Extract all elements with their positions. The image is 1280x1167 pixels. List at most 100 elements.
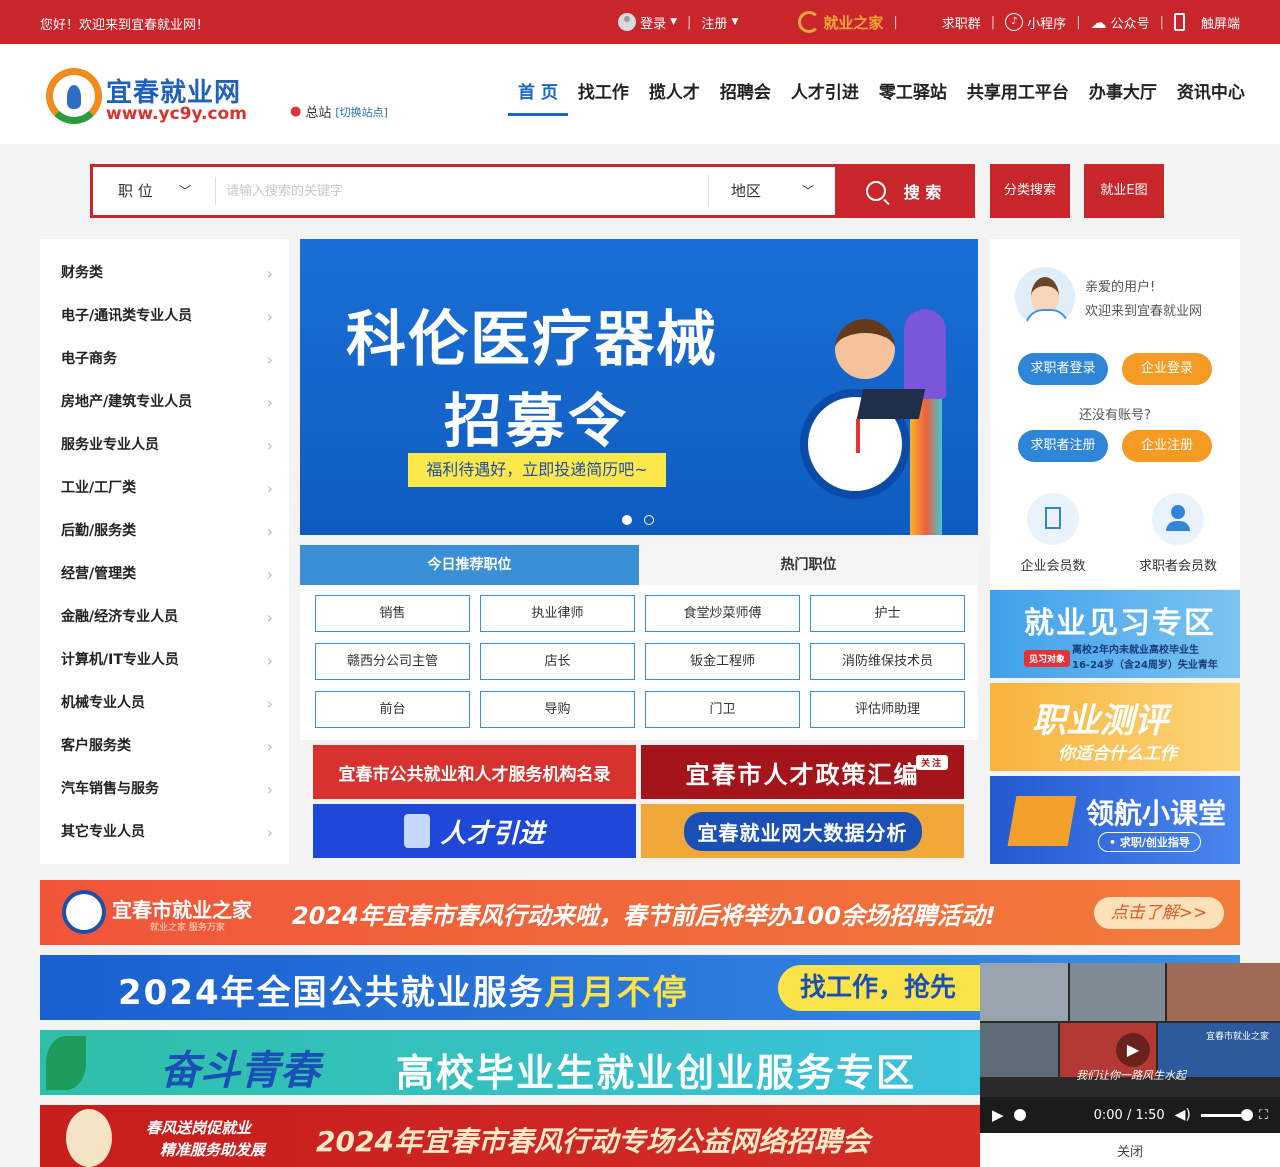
b1-brand-sub: 就业之家 服务万家 (150, 923, 225, 933)
phone-illustration-icon (404, 814, 431, 848)
category-item[interactable]: 后勤/服务类 › (40, 510, 289, 553)
job-tag[interactable]: 评估师助理 (810, 691, 965, 728)
category-item[interactable]: 电子/通讯类专业人员 › (40, 295, 289, 338)
area-select[interactable]: 地区 ﹀ (708, 175, 836, 207)
seeker-login-button[interactable]: 求职者登录 (1018, 353, 1108, 385)
switch-site-link[interactable]: [切换站点] (335, 104, 388, 120)
promo-talent-policy[interactable]: 宜春市人才政策汇编 关注 (641, 745, 964, 799)
category-item[interactable]: 机械专业人员 › (40, 682, 289, 725)
career-title: 职业测评 (1032, 701, 1168, 741)
nav-find-job[interactable]: 找工作 (568, 82, 639, 116)
wechat-link[interactable]: ☁ 公众号 (1091, 13, 1150, 32)
nav-home[interactable]: 首 页 (508, 82, 568, 116)
chevron-right-icon: › (266, 651, 273, 670)
b2-text: 2024年全国公共就业服务月月不停 (118, 965, 689, 1014)
job-tag[interactable]: 护士 (810, 595, 965, 632)
mobile-link[interactable]: 触屏端 (1173, 13, 1240, 32)
video-player[interactable]: 宜春市就业之家 ▶ 我们让你一路风生水起 ▶ 0:00 / 1:50 ◀) ⛶ (980, 963, 1280, 1133)
career-assessment-banner[interactable]: 职业测评 你适合什么工作 (990, 683, 1240, 771)
tab-hot[interactable]: 热门职位 (639, 545, 978, 585)
classify-search-button[interactable]: 分类搜索 (990, 164, 1070, 218)
job-tag[interactable]: 导购 (480, 691, 635, 728)
category-item[interactable]: 其它专业人员 › (40, 811, 289, 854)
job-tag[interactable]: 执业律师 (480, 595, 635, 632)
category-item[interactable]: 服务业专业人员 › (40, 424, 289, 467)
search-button[interactable]: 搜 索 (835, 167, 972, 215)
location-pin-icon: ● (290, 104, 302, 119)
banner-subtitle: 福利待遇好，立即投递简历吧~ (408, 453, 666, 487)
site-logo[interactable]: 宜春就业网 www.yc9y.com (46, 66, 247, 124)
qiuzhiqun-link[interactable]: 求职群 (942, 13, 981, 32)
job-tag[interactable]: 钣金工程师 (645, 643, 800, 680)
category-item[interactable]: 财务类 › (40, 252, 289, 295)
logo-url: www.yc9y.com (106, 104, 247, 124)
video-close-button[interactable]: 关闭 (980, 1141, 1280, 1160)
navigation-class-banner[interactable]: 领航小课堂 • 求职/创业指导 (990, 776, 1240, 864)
category-item[interactable]: 经营/管理类 › (40, 553, 289, 596)
category-label: 汽车销售与服务 (61, 781, 159, 797)
nav-find-talent[interactable]: 揽人才 (639, 82, 710, 116)
play-icon[interactable]: ▶ (992, 1106, 1004, 1124)
b3-left: 奋斗青春 (160, 1048, 320, 1094)
company-register-button[interactable]: 企业注册 (1122, 430, 1212, 462)
login-link[interactable]: 登录 ▼ (618, 13, 677, 32)
brand-label: 就业之家 (823, 13, 884, 32)
chevron-down-icon: ﹀ (178, 184, 191, 198)
nav-news[interactable]: 资讯中心 (1167, 82, 1255, 116)
category-label: 电子商务 (61, 351, 117, 367)
b2-text-2: 月月不停 (544, 973, 689, 1013)
internship-zone-banner[interactable]: 就业见习专区 见习对象 离校2年内未就业高校毕业生 16-24岁（含24周岁）失… (990, 590, 1240, 678)
promo-agency-list[interactable]: 宜春市公共就业和人才服务机构名录 (313, 745, 636, 799)
phone-icon (1173, 13, 1185, 31)
hero-banner[interactable]: 科伦医疗器械 招募令 福利待遇好，立即投递简历吧~ (300, 239, 978, 535)
volume-slider[interactable] (1200, 1108, 1253, 1121)
nav-job-fair[interactable]: 招聘会 (710, 82, 781, 116)
welcome-text: 欢迎来到宜春就业网 (1085, 304, 1203, 319)
nav-service-hall[interactable]: 办事大厅 (1079, 82, 1167, 116)
search-input[interactable] (215, 177, 705, 205)
employment-map-button[interactable]: 就业E图 (1084, 164, 1164, 218)
promo-big-data[interactable]: 宜春就业网大数据分析 (641, 804, 964, 858)
category-item[interactable]: 汽车销售与服务 › (40, 768, 289, 811)
category-item[interactable]: 房地产/建筑专业人员 › (40, 381, 289, 424)
carousel-dot[interactable] (622, 515, 632, 525)
job-tag[interactable]: 食堂炒菜师傅 (645, 595, 800, 632)
b1-learn-more-button[interactable]: 点击了解>> (1094, 897, 1224, 929)
spring-wind-banner[interactable]: 宜春市就业之家 就业之家 服务万家 2024年宜春市春风行动来啦，春节前后将举办… (40, 880, 1240, 945)
company-login-button[interactable]: 企业登录 (1122, 353, 1212, 385)
carousel-dot[interactable] (644, 515, 654, 525)
category-item[interactable]: 客户服务类 › (40, 725, 289, 768)
banner-title-1: 科伦医疗器械 (346, 305, 718, 375)
top-bar: 您好！欢迎来到宜春就业网！ 登录 ▼ | 注册 ▼ 就业之家 | 求职群 | ♪ 小程… (0, 0, 1280, 44)
search-button-label: 搜 索 (903, 183, 942, 202)
category-item[interactable]: 工业/工厂类 › (40, 467, 289, 510)
top-bar-links: 登录 ▼ | 注册 ▼ 就业之家 | 求职群 | ♪ 小程序 | ☁ 公众号 | 触屏端 (618, 0, 1240, 44)
category-item[interactable]: 金融/经济专业人员 › (40, 596, 289, 639)
nav-shared-employment[interactable]: 共享用工平台 (957, 82, 1079, 116)
category-item[interactable]: 计算机/IT专业人员 › (40, 639, 289, 682)
fullscreen-icon[interactable]: ⛶ (1259, 1108, 1268, 1123)
job-tag[interactable]: 销售 (315, 595, 470, 632)
job-tag[interactable]: 前台 (315, 691, 470, 728)
volume-icon[interactable]: ◀) (1175, 1107, 1191, 1123)
job-tag[interactable]: 店长 (480, 643, 635, 680)
category-label: 财务类 (61, 265, 103, 281)
job-tag[interactable]: 消防维保技术员 (810, 643, 965, 680)
progress-knob[interactable] (1013, 1109, 1026, 1121)
chevron-down-icon: ﹀ (801, 184, 814, 198)
no-account-text: 还没有账号? (1079, 408, 1151, 423)
nav-gig-station[interactable]: 零工驿站 (869, 82, 957, 116)
promo-talent-intro[interactable]: 人才引进 (313, 804, 636, 858)
video-thumb (1167, 963, 1280, 1021)
miniprogram-link[interactable]: ♪ 小程序 (1005, 13, 1066, 32)
jiuye-zhijia-logo[interactable]: 就业之家 (798, 11, 883, 33)
job-tag[interactable]: 赣西分公司主管 (315, 643, 470, 680)
category-item[interactable]: 电子商务 › (40, 338, 289, 381)
nav-talent-intro[interactable]: 人才引进 (781, 82, 869, 116)
tab-recommend[interactable]: 今日推荐职位 (300, 545, 639, 585)
search-category-select[interactable]: 职 位 ﹀ (93, 167, 213, 215)
job-tag[interactable]: 门卫 (645, 691, 800, 728)
seeker-register-button[interactable]: 求职者注册 (1018, 430, 1108, 462)
register-link[interactable]: 注册 ▼ (701, 13, 738, 32)
video-play-overlay-icon[interactable]: ▶ (1116, 1033, 1150, 1067)
